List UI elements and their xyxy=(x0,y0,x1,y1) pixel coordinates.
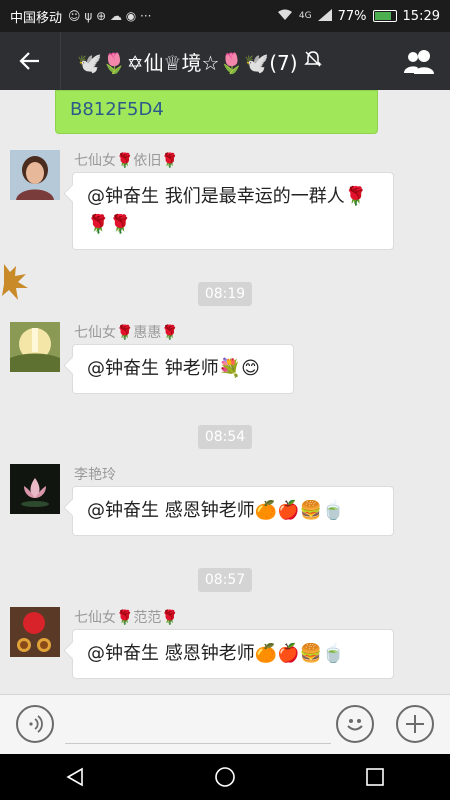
system-nav-bar xyxy=(0,754,450,800)
message-text: @钟奋生 钟老师💐😊 xyxy=(87,358,260,379)
status-time: 15:29 xyxy=(402,8,440,24)
message-bubble[interactable]: @钟奋生 我们是最幸运的一群人🌹🌹🌹 xyxy=(72,172,394,250)
message-bubble[interactable]: @钟奋生 感恩钟老师🍊🍎🍔🍵 xyxy=(72,629,394,679)
sender-name: 七仙女🌹惠惠🌹 xyxy=(74,325,179,341)
avatar[interactable] xyxy=(10,322,60,372)
notification-icons: ☺ ψ ⊕ ☁ ◉ ··· xyxy=(68,9,152,23)
message-bubble[interactable]: @钟奋生 钟老师💐😊 xyxy=(72,344,294,394)
nav-home-button[interactable] xyxy=(205,757,245,797)
mute-icon xyxy=(303,50,322,72)
status-bar: 中国移动 ☺ ψ ⊕ ☁ ◉ ··· 4G 77% 15:29 xyxy=(0,0,450,32)
battery-percent: 77% xyxy=(337,8,367,24)
title-bar: 🕊️🌷✡仙♕境☆🌷🕊️(7) xyxy=(0,32,450,90)
sender-name: 李艳玲 xyxy=(74,467,116,483)
message-bubble[interactable]: @钟奋生 感恩钟老师🍊🍎🍔🍵 xyxy=(72,486,394,536)
wifi-icon xyxy=(277,9,293,24)
back-triangle-icon xyxy=(66,767,83,787)
back-arrow-icon xyxy=(19,52,39,70)
sender-name: 七仙女🌹依旧🌹 xyxy=(74,153,179,169)
maple-leaf-icon xyxy=(2,264,28,300)
message-text: @钟奋生 我们是最幸运的一群人🌹🌹🌹 xyxy=(87,186,368,235)
message-text: @钟奋生 感恩钟老师🍊🍎🍔🍵 xyxy=(87,500,345,521)
chat-title: 🕊️🌷✡仙♕境☆🌷🕊️(7) xyxy=(61,47,390,76)
sender-name: 七仙女🌹范范🌹 xyxy=(74,610,179,626)
message-text: @钟奋生 感恩钟老师🍊🍎🍔🍵 xyxy=(87,643,345,664)
home-circle-icon xyxy=(215,767,235,787)
nav-recents-button[interactable] xyxy=(355,757,395,797)
input-bar xyxy=(0,694,450,754)
more-button[interactable] xyxy=(396,705,434,743)
group-members-button[interactable] xyxy=(390,32,450,90)
status-left: 中国移动 ☺ ψ ⊕ ☁ ◉ ··· xyxy=(10,7,151,26)
group-name: 🕊️🌷✡仙♕境☆🌷🕊️(7) xyxy=(77,50,298,75)
nav-back-button[interactable] xyxy=(55,757,95,797)
back-button[interactable] xyxy=(0,32,61,90)
status-right: 4G 77% 15:29 xyxy=(277,8,440,24)
timestamp: 08:54 xyxy=(198,425,252,449)
recents-square-icon xyxy=(366,768,384,786)
avatar[interactable] xyxy=(10,607,60,657)
timestamp: 08:19 xyxy=(198,282,252,306)
own-message-text: B812F5D4 xyxy=(70,99,164,120)
own-message-bubble[interactable]: B812F5D4 xyxy=(55,90,378,134)
chat-area[interactable]: B812F5D4 七仙女🌹依旧🌹 @钟奋生 我们是最幸运的一群人🌹🌹🌹 08:1… xyxy=(0,90,450,694)
network-label: 4G xyxy=(298,11,312,21)
emoji-icon xyxy=(347,719,363,731)
avatar[interactable] xyxy=(10,150,60,200)
battery-icon xyxy=(372,10,397,22)
timestamp: 08:57 xyxy=(198,568,252,592)
group-members-icon xyxy=(404,50,434,74)
voice-input-button[interactable] xyxy=(16,705,54,743)
carrier-label: 中国移动 xyxy=(10,10,63,26)
plus-icon xyxy=(406,715,424,733)
signal-icon xyxy=(317,8,332,24)
avatar[interactable] xyxy=(10,464,60,514)
emoji-button[interactable] xyxy=(336,705,374,743)
message-input[interactable] xyxy=(65,709,331,744)
voice-input-icon xyxy=(29,715,43,733)
